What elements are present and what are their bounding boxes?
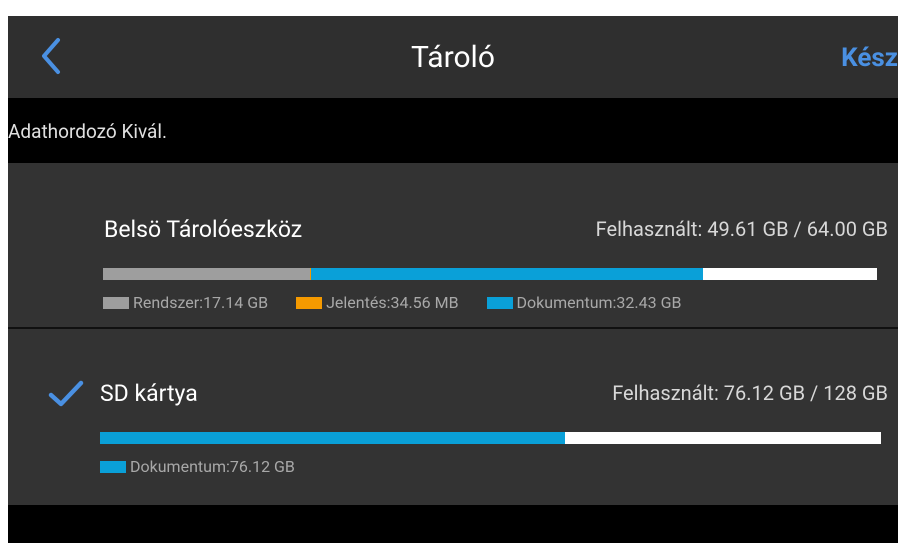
storage-item-internal[interactable]: Belsö Tárolóeszköz Felhasznált: 49.61 GB… bbox=[8, 163, 898, 327]
page-title: Tároló bbox=[411, 40, 495, 75]
legend-label: Rendszer:17.14 GB bbox=[133, 293, 269, 312]
usage-legend: Dokumentum:76.12 GB bbox=[100, 457, 323, 477]
storage-name: SD kártya bbox=[100, 380, 198, 407]
usage-legend: Rendszer:17.14 GB Jelentés:34.56 MB Doku… bbox=[103, 293, 709, 313]
legend-item-report: Jelentés:34.56 MB bbox=[296, 293, 459, 313]
usage-bar bbox=[103, 268, 877, 280]
legend-item-documents: Dokumentum:32.43 GB bbox=[486, 293, 682, 313]
section-label: Adathordozó Kivál. bbox=[8, 120, 168, 143]
storage-usage: Felhasznált: 49.61 GB / 64.00 GB bbox=[595, 217, 888, 241]
usage-segment-system bbox=[103, 268, 311, 280]
legend-label: Dokumentum:76.12 GB bbox=[130, 457, 295, 476]
storage-usage: Felhasznált: 76.12 GB / 128 GB bbox=[612, 381, 888, 405]
done-button[interactable]: Kész bbox=[841, 40, 898, 76]
legend-label: Jelentés:34.56 MB bbox=[326, 293, 459, 312]
storage-item-sd-card[interactable]: SD kártya Felhasznált: 76.12 GB / 128 GB… bbox=[8, 329, 898, 505]
storage-name: Belsö Tárolóeszköz bbox=[104, 216, 303, 243]
legend-swatch bbox=[486, 297, 513, 309]
legend-label: Dokumentum:32.43 GB bbox=[516, 293, 682, 312]
usage-bar bbox=[100, 432, 881, 444]
legend-swatch bbox=[103, 297, 129, 309]
bottom-strip bbox=[8, 505, 898, 543]
legend-swatch bbox=[296, 297, 323, 309]
legend-swatch bbox=[100, 461, 126, 473]
legend-item-documents: Dokumentum:76.12 GB bbox=[100, 457, 295, 477]
legend-item-system: Rendszer:17.14 GB bbox=[103, 293, 268, 313]
header-bar: Tároló Kész bbox=[8, 16, 898, 98]
usage-segment-documents bbox=[310, 268, 704, 280]
usage-segment-documents bbox=[100, 432, 565, 444]
checkmark-icon bbox=[48, 380, 84, 407]
storage-screen: Tároló Kész Adathordozó Kivál. Belsö Tár… bbox=[8, 16, 898, 543]
